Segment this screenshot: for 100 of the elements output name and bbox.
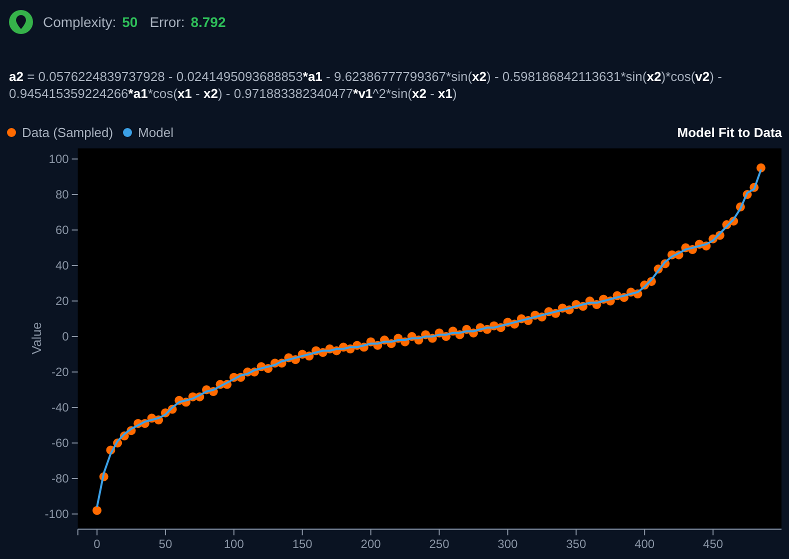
y-tick-label: -40 — [52, 400, 69, 414]
data-point — [558, 304, 567, 313]
data-point — [277, 358, 286, 368]
data-point — [325, 344, 334, 354]
data-point — [106, 446, 116, 455]
data-point — [250, 368, 259, 376]
data-point — [537, 312, 546, 322]
data-point — [147, 414, 156, 423]
data-point — [564, 305, 574, 314]
data-point — [606, 296, 615, 306]
complexity-label: Complexity: — [43, 14, 116, 30]
data-point — [660, 259, 670, 268]
error-value: 8.792 — [190, 14, 226, 30]
x-tick-label: 50 — [158, 537, 172, 552]
data-point — [702, 241, 711, 250]
data-point — [544, 307, 554, 316]
data-point — [736, 202, 745, 212]
data-point — [448, 326, 458, 336]
data-point — [394, 334, 403, 343]
data-point — [654, 264, 663, 274]
data-point — [318, 348, 328, 357]
data-point — [667, 250, 676, 260]
y-tick-label: 60 — [55, 223, 69, 237]
x-tick-label: 250 — [429, 537, 450, 552]
y-tick-label: 20 — [55, 294, 69, 308]
data-point — [476, 323, 485, 332]
map-pin-icon — [9, 10, 33, 34]
y-axis-label: Value — [29, 322, 44, 354]
data-point — [688, 245, 698, 254]
data-point — [359, 342, 368, 352]
data-point — [154, 415, 164, 424]
data-point — [756, 163, 766, 172]
data-point — [380, 336, 389, 345]
data-point — [222, 380, 232, 389]
complexity-value: 50 — [122, 14, 138, 30]
y-tick-label: -80 — [52, 472, 69, 486]
data-point — [366, 337, 376, 346]
x-tick-label: 400 — [634, 537, 655, 552]
data-point — [256, 362, 266, 372]
data-point — [708, 234, 718, 244]
data-point — [715, 230, 724, 240]
y-tick-label: 40 — [55, 258, 69, 272]
data-point — [298, 350, 307, 359]
data-point — [729, 216, 738, 226]
x-tick-label: 350 — [566, 537, 586, 552]
data-point — [585, 296, 594, 306]
legend-label: Data (Sampled) — [22, 124, 114, 140]
data-point — [120, 431, 129, 440]
data-point — [442, 332, 451, 341]
data-point — [694, 240, 704, 249]
data-point — [229, 372, 238, 382]
x-tick-label: 300 — [498, 537, 518, 552]
data-point — [332, 346, 342, 356]
data-point — [338, 342, 348, 352]
x-tick-label: 200 — [360, 537, 381, 552]
data-point — [674, 250, 684, 260]
data-point — [386, 339, 396, 348]
data-point — [195, 392, 204, 402]
data-point — [633, 289, 642, 298]
data-point — [578, 302, 588, 311]
legend-label: Model — [138, 124, 174, 140]
data-point — [455, 330, 464, 340]
model-formula: a2 = 0.0576224839737928 - 0.0241495093688853*a1 - 9.62386777799367*sin(x2) - 0.598186842113631*sin(x2)*cos(v2) - 0.945415359224266*a1*cos(x1 - x2) - 0.971883382340477*v1^2*sin(x2 - x1) — [9, 68, 723, 102]
data-point — [750, 182, 759, 192]
data-point — [414, 336, 424, 345]
data-point — [496, 323, 506, 332]
error-label: Error: — [150, 14, 185, 30]
data-point — [742, 190, 752, 199]
data-point — [524, 316, 533, 326]
data-point — [400, 337, 410, 346]
y-tick-label: 100 — [48, 152, 69, 166]
data-point — [236, 372, 246, 382]
data-point — [160, 408, 170, 418]
data-point — [181, 398, 190, 407]
data-point — [646, 276, 656, 286]
data-point — [304, 352, 314, 361]
data-point — [373, 340, 382, 350]
data-point — [99, 472, 108, 482]
data-point — [462, 324, 472, 334]
x-tick-label: 150 — [292, 537, 312, 552]
data-point — [428, 334, 437, 343]
data-point — [113, 438, 122, 448]
data-point — [140, 418, 150, 428]
data-point — [291, 355, 300, 364]
y-tick-label: 80 — [55, 188, 69, 202]
data-point — [640, 280, 650, 290]
data-point — [407, 332, 416, 341]
data-point — [208, 387, 218, 396]
data-point — [421, 330, 430, 340]
x-tick-label: 100 — [224, 537, 244, 552]
y-tick-label: -100 — [44, 507, 69, 521]
y-tick-label: -20 — [52, 365, 69, 379]
data-point — [468, 328, 478, 338]
data-point — [620, 292, 629, 302]
data-point — [168, 404, 177, 414]
y-tick-label: 0 — [62, 330, 69, 344]
data-point — [174, 396, 184, 405]
data-point — [264, 364, 273, 373]
data-point — [126, 426, 136, 436]
chart-title: Model Fit to Data — [677, 124, 782, 140]
